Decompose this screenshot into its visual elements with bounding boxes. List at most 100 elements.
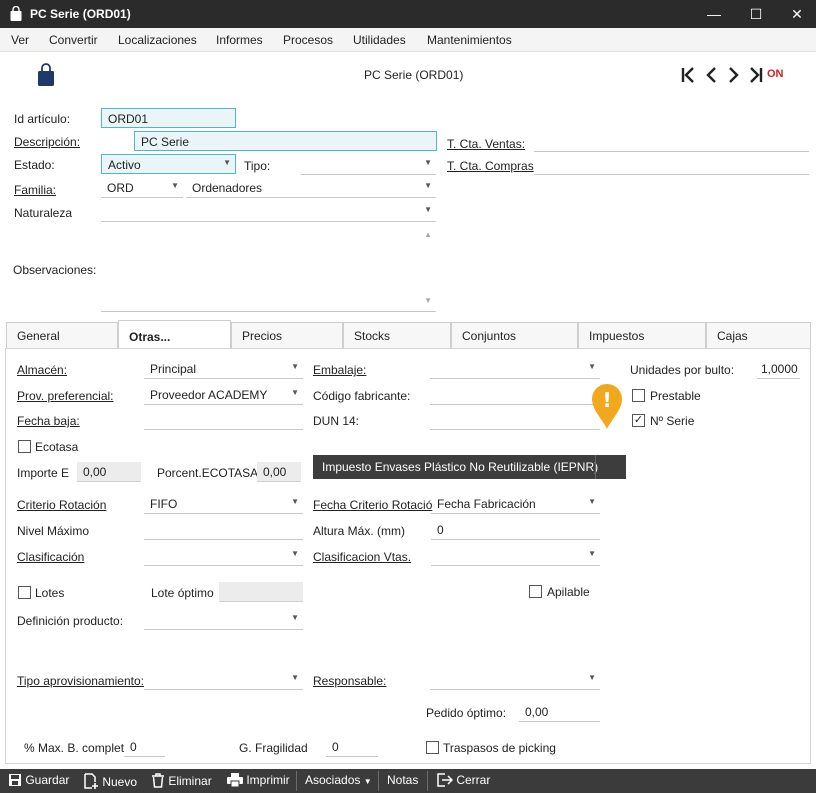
nuevo-button[interactable]: Nuevo [83, 773, 137, 789]
lote-optimo-input[interactable] [219, 582, 303, 602]
chevron-down-icon: ▼ [291, 388, 299, 397]
observaciones-textarea[interactable]: ▲ ▼ [101, 226, 436, 312]
fecha-crit-select[interactable]: Fecha Fabricación ▼ [431, 494, 600, 514]
tab-cajas[interactable]: Cajas [706, 322, 811, 348]
unidades-input[interactable]: 1,0000 [757, 359, 800, 379]
guardar-button[interactable]: Guardar [8, 773, 69, 787]
familia-select[interactable]: Ordenadores ▼ [186, 178, 436, 198]
toolbar-divider [296, 771, 297, 791]
asociados-dropdown[interactable]: Asociados ▼ [305, 773, 372, 787]
estado-select[interactable]: Activo ▼ [101, 154, 236, 174]
crit-rot-select[interactable]: FIFO ▼ [144, 494, 303, 514]
chevron-down-icon: ▼ [424, 158, 432, 167]
tipo-select[interactable]: ▼ [301, 155, 436, 175]
descripcion-input[interactable]: PC Serie [134, 131, 437, 151]
maximize-button[interactable]: ☐ [745, 4, 767, 24]
notas-button[interactable]: Notas [387, 773, 418, 787]
guardar-label: Guardar [25, 773, 70, 787]
tipo-aprov-label[interactable]: Tipo aprovisionamiento: [17, 674, 144, 688]
tipo-aprov-select[interactable]: ▼ [144, 670, 303, 690]
clasif-vtas-label[interactable]: Clasificacion Vtas. [313, 550, 411, 564]
eliminar-button[interactable]: Eliminar [151, 773, 212, 788]
tab-otras[interactable]: Otras... [118, 320, 231, 348]
familia-code-select[interactable]: ORD ▼ [101, 178, 183, 198]
cta-compras-label[interactable]: T. Cta. Compras [447, 159, 534, 173]
responsable-label[interactable]: Responsable: [313, 674, 386, 688]
nav-prev-icon[interactable] [704, 66, 718, 84]
importe-input[interactable]: 0,00 [77, 462, 141, 482]
menu-mantenimientos[interactable]: Mantenimientos [427, 33, 512, 47]
menu-utilidades[interactable]: Utilidades [353, 33, 406, 47]
menu-localizaciones[interactable]: Localizaciones [118, 33, 197, 47]
menu-informes[interactable]: Informes [216, 33, 263, 47]
scroll-up-icon[interactable]: ▲ [424, 230, 432, 239]
minimize-button[interactable]: — [703, 4, 725, 24]
menu-convertir[interactable]: Convertir [49, 33, 98, 47]
lotes-checkbox[interactable] [18, 586, 31, 599]
traspasos-checkbox[interactable] [426, 741, 439, 754]
embalaje-select[interactable]: ▼ [430, 359, 600, 379]
cerrar-button[interactable]: Cerrar [437, 773, 490, 787]
chevron-down-icon: ▼ [223, 158, 231, 167]
nav-last-icon[interactable] [748, 66, 764, 84]
almacen-label[interactable]: Almacén: [17, 363, 67, 377]
imprimir-button[interactable]: Imprimir [227, 773, 290, 788]
imprimir-label: Imprimir [246, 773, 290, 787]
fechabaja-input[interactable] [144, 410, 303, 430]
clasif-label[interactable]: Clasificación [17, 550, 84, 564]
def-prod-select[interactable]: ▼ [144, 610, 303, 630]
responsable-select[interactable]: ▼ [430, 670, 600, 690]
nav-first-icon[interactable] [680, 66, 696, 84]
naturaleza-select[interactable]: ▼ [101, 202, 436, 222]
scroll-down-icon[interactable]: ▼ [424, 296, 432, 305]
prestable-checkbox[interactable] [632, 389, 645, 402]
cta-compras-input[interactable] [534, 155, 809, 175]
cta-ventas-input[interactable] [534, 132, 809, 152]
cta-ventas-label[interactable]: T. Cta. Ventas: [447, 137, 525, 151]
fechabaja-label[interactable]: Fecha baja: [17, 414, 80, 428]
altura-input[interactable]: 0 [431, 520, 600, 540]
max-b-input[interactable]: 0 [124, 737, 165, 757]
familia-label[interactable]: Familia: [14, 183, 56, 197]
nivel-max-input[interactable] [144, 520, 303, 540]
prov-select[interactable]: Proveedor ACADEMY ▼ [144, 385, 303, 405]
tab-conjuntos[interactable]: Conjuntos [451, 322, 578, 348]
pedido-input[interactable]: 0,00 [519, 702, 600, 722]
crit-rot-label[interactable]: Criterio Rotación [17, 498, 106, 512]
iepnr-button[interactable]: Impuesto Envases Plástico No Reutilizabl… [313, 455, 626, 479]
apilable-checkbox[interactable] [529, 585, 542, 598]
fragilidad-input[interactable]: 0 [326, 737, 378, 757]
close-button[interactable]: ✕ [786, 4, 808, 24]
dun-input[interactable] [430, 410, 600, 430]
prov-label[interactable]: Prov. preferencial: [17, 389, 114, 403]
tab-stocks[interactable]: Stocks [343, 322, 451, 348]
unidades-label: Unidades por bulto: [630, 363, 735, 377]
tab-precios[interactable]: Precios [231, 322, 343, 348]
bottom-toolbar: Guardar Nuevo Eliminar Imprimir Asociado… [0, 769, 816, 793]
porcent-input[interactable]: 0,00 [257, 462, 301, 482]
codfab-label: Código fabricante: [313, 389, 411, 403]
tab-impuestos[interactable]: Impuestos [578, 322, 706, 348]
descripcion-label[interactable]: Descripción: [14, 135, 80, 149]
almacen-select[interactable]: Principal ▼ [144, 359, 303, 379]
codfab-input[interactable] [430, 385, 600, 405]
clasif-select[interactable]: ▼ [144, 546, 303, 566]
tab-general[interactable]: General [6, 322, 118, 348]
apilable-label: Apilable [547, 585, 590, 599]
asociados-label: Asociados [305, 773, 361, 787]
menu-procesos[interactable]: Procesos [283, 33, 333, 47]
menu-ver[interactable]: Ver [11, 33, 29, 47]
nav-next-icon[interactable] [727, 66, 741, 84]
fecha-crit-label[interactable]: Fecha Criterio Rotació [313, 498, 432, 512]
clasif-vtas-select[interactable]: ▼ [431, 546, 600, 566]
traspasos-label: Traspasos de picking [443, 741, 556, 755]
naturaleza-label: Naturaleza [14, 206, 73, 220]
altura-label: Altura Máx. (mm) [313, 524, 406, 538]
nserie-checkbox[interactable]: ✓ [632, 414, 645, 427]
id-input[interactable]: ORD01 [101, 108, 236, 128]
id-label: Id artículo: [14, 112, 71, 126]
crit-rot-value: FIFO [150, 497, 178, 511]
ecotasa-checkbox[interactable] [18, 440, 31, 453]
embalaje-label[interactable]: Embalaje: [313, 363, 366, 377]
record-title: PC Serie (ORD01) [364, 68, 464, 82]
